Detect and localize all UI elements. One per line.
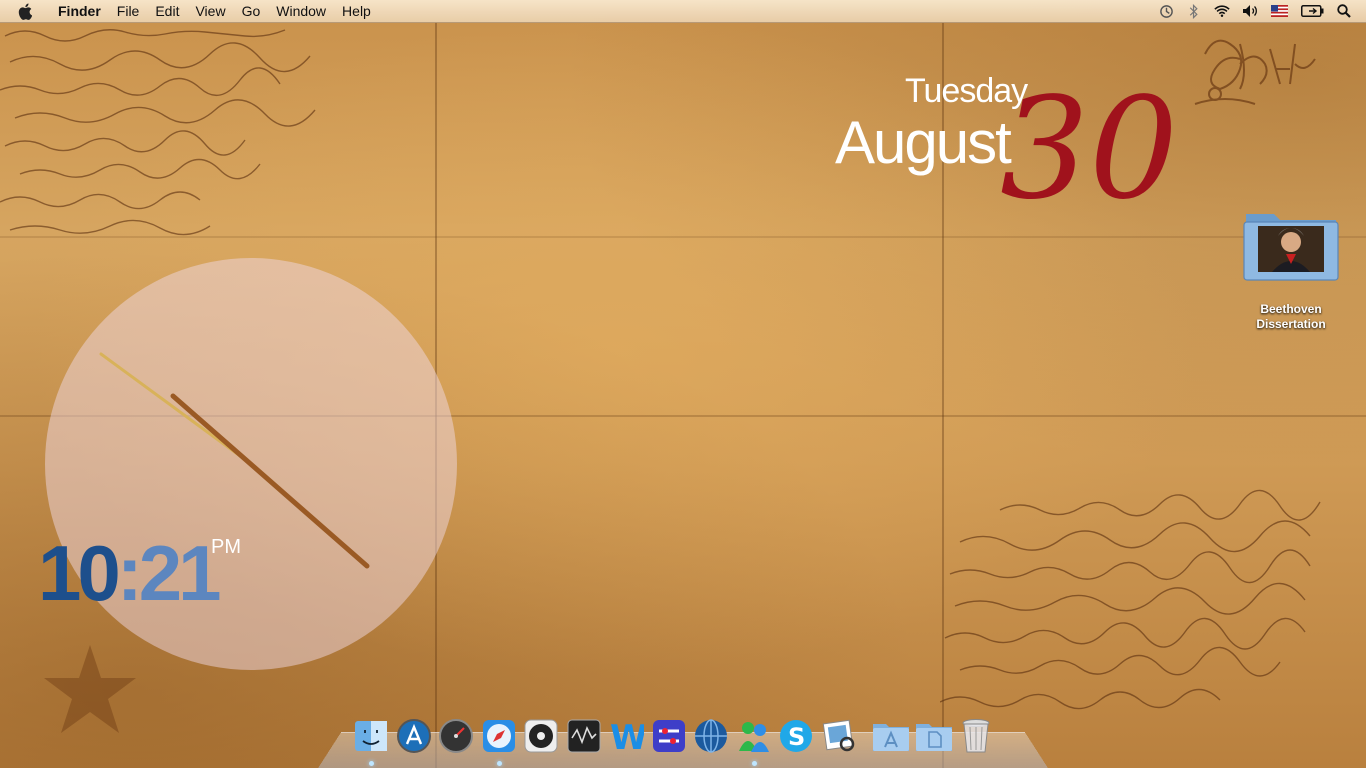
- dock-separator: [862, 716, 872, 756]
- running-indicator: [369, 761, 374, 766]
- network-icon: [695, 719, 727, 753]
- flag-icon[interactable]: [1270, 3, 1288, 19]
- clock-hours: 10: [38, 529, 121, 617]
- dock-documents-stack[interactable]: [915, 716, 953, 756]
- spotlight-icon[interactable]: [1336, 3, 1352, 19]
- date-month-label: August: [835, 109, 1012, 176]
- dock-applications-stack[interactable]: [872, 716, 910, 756]
- dashboard-icon: [439, 719, 473, 753]
- safari-icon: [482, 720, 515, 752]
- clock-ampm: PM: [211, 536, 241, 558]
- desktop-folder-beethoven[interactable]: Beethoven Dissertation: [1240, 206, 1342, 332]
- word-icon: W: [610, 718, 644, 754]
- menu-app-finder[interactable]: Finder: [50, 0, 109, 22]
- menu-help[interactable]: Help: [334, 0, 379, 22]
- volume-icon[interactable]: [1242, 3, 1258, 19]
- svg-text:S: S: [788, 723, 805, 751]
- messenger-icon: [738, 722, 769, 752]
- settings-icon: [652, 720, 685, 752]
- folder-label-line2: Dissertation: [1256, 317, 1326, 331]
- app-store-icon: [396, 719, 431, 753]
- dock-word[interactable]: W: [607, 716, 645, 756]
- menu-bar: Finder File Edit View Go Window Help: [0, 0, 1366, 23]
- date-day-number: 30: [1000, 82, 1178, 212]
- dock: W S: [352, 712, 1000, 766]
- documents-folder-icon: [915, 724, 952, 751]
- dock-activity[interactable]: [565, 716, 603, 756]
- handwriting-bottom-right: [940, 489, 1321, 710]
- menu-window[interactable]: Window: [268, 0, 334, 22]
- finder-icon: [355, 721, 387, 751]
- trash-icon: [962, 719, 990, 753]
- dock-preview[interactable]: [820, 716, 858, 756]
- itunes-icon: [524, 719, 558, 753]
- clock-time: 10:21: [38, 528, 222, 618]
- running-indicator: [496, 761, 502, 766]
- svg-text:W: W: [610, 718, 644, 754]
- dock-messenger[interactable]: [735, 716, 773, 766]
- applications-folder-icon: [873, 724, 909, 751]
- dock-app-store[interactable]: [395, 716, 433, 756]
- dock-skype[interactable]: S: [777, 716, 815, 756]
- handwriting-top-left: [0, 29, 316, 236]
- menu-file[interactable]: File: [109, 0, 148, 22]
- clock-minutes: :21: [116, 529, 222, 617]
- signature-logo: [1194, 39, 1316, 105]
- wifi-icon[interactable]: [1214, 3, 1230, 19]
- menu-edit[interactable]: Edit: [147, 0, 187, 22]
- activity-icon: [567, 719, 600, 753]
- dock-network[interactable]: [692, 716, 730, 756]
- battery-icon[interactable]: [1300, 3, 1324, 19]
- dock-settings[interactable]: [650, 716, 688, 756]
- dock-dashboard[interactable]: [437, 716, 475, 756]
- menu-go[interactable]: Go: [234, 0, 269, 22]
- status-area: [1152, 0, 1366, 22]
- time-machine-icon[interactable]: [1158, 3, 1174, 19]
- folder-label-line1: Beethoven: [1260, 302, 1322, 316]
- apple-icon[interactable]: [18, 2, 36, 20]
- dock-finder[interactable]: [352, 716, 390, 766]
- date-day-number-text: 30: [1000, 82, 1178, 212]
- dock-safari[interactable]: [480, 716, 518, 766]
- folder-label: Beethoven Dissertation: [1240, 302, 1342, 332]
- preview-icon: [822, 719, 854, 752]
- dock-itunes[interactable]: [522, 716, 560, 756]
- running-indicator: [751, 761, 757, 766]
- star-stamp: [44, 645, 136, 733]
- bluetooth-icon[interactable]: [1186, 3, 1202, 19]
- folder-icon: [1242, 206, 1340, 282]
- skype-icon: S: [780, 720, 812, 752]
- menu-view[interactable]: View: [187, 0, 233, 22]
- dock-trash[interactable]: [957, 716, 995, 756]
